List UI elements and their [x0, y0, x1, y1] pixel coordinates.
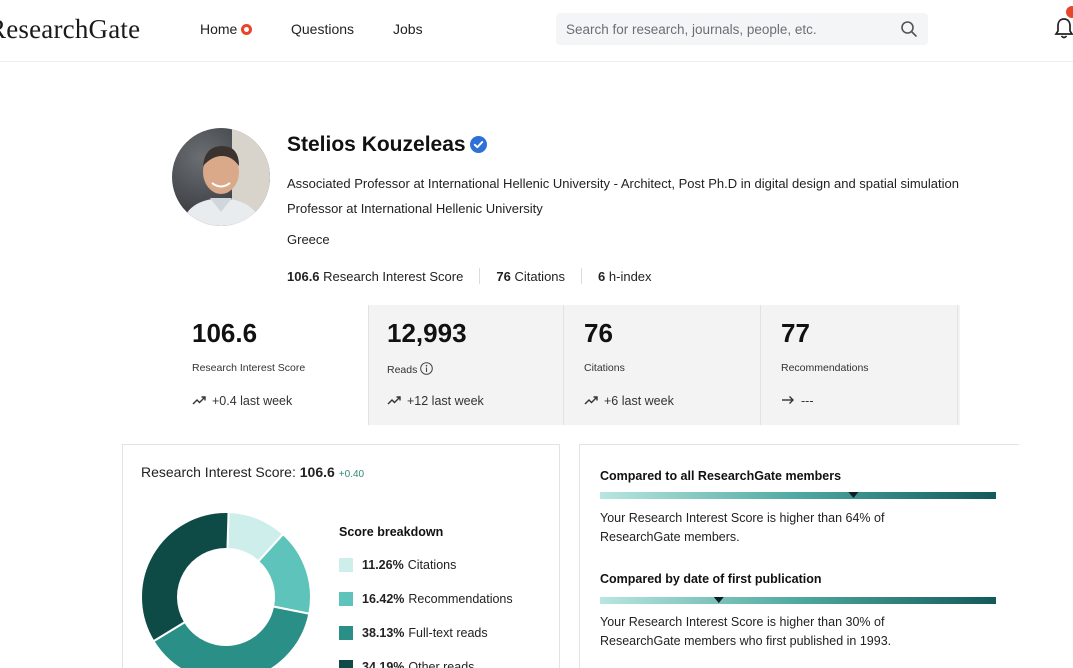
- profile-position: Professor at International Hellenic Univ…: [287, 201, 543, 216]
- metric-citations-label: Citations: [514, 268, 566, 284]
- researchgate-logo[interactable]: ResearchGate: [0, 14, 140, 45]
- score-value: 106.6: [299, 464, 335, 480]
- legend-label: Full-text reads: [408, 626, 488, 640]
- legend-pct: 16.42%: [362, 592, 405, 606]
- stat-card-recommendations[interactable]: 77 Recommendations ---: [763, 305, 958, 425]
- legend-item-fulltext-reads: 38.13% Full-text reads: [339, 626, 488, 640]
- nav-home[interactable]: Home: [200, 21, 253, 37]
- profile-country: Greece: [287, 232, 330, 247]
- score-delta: +0.40: [338, 469, 365, 480]
- stat-trend-text: +6 last week: [604, 394, 674, 408]
- stat-value: 12,993: [387, 318, 467, 348]
- arrow-right-icon: [782, 396, 794, 404]
- stat-card-citations[interactable]: 76 Citations +6 last week: [566, 305, 761, 425]
- search-icon[interactable]: [900, 20, 918, 38]
- comparison-date-text: Your Research Interest Score is higher t…: [600, 613, 891, 651]
- notification-badge: [1066, 6, 1073, 18]
- stat-value: 76: [584, 318, 613, 348]
- stat-card-ris[interactable]: 106.6 Research Interest Score +0.4 last …: [174, 305, 369, 425]
- comparison-all-line-2: ResearchGate members.: [600, 530, 740, 544]
- comparison-all-text: Your Research Interest Score is higher t…: [600, 509, 884, 547]
- trend-up-icon: [584, 396, 598, 405]
- nav-questions[interactable]: Questions: [291, 21, 354, 37]
- score-donut-chart: [140, 511, 312, 668]
- search-box: [556, 13, 928, 45]
- stat-trend: +6 last week: [584, 394, 674, 408]
- legend-item-recommendations: 16.42% Recommendations: [339, 592, 513, 606]
- score-title: Research Interest Score: 106.6 +0.40: [141, 464, 364, 480]
- stat-value: 77: [781, 318, 810, 348]
- legend-item-other-reads: 34.19% Other reads: [339, 660, 474, 668]
- donut-slice-other-reads: [140, 511, 230, 643]
- legend-label: Citations: [407, 558, 457, 572]
- legend-label: Recommendations: [408, 592, 513, 606]
- nav-home-label: Home: [200, 21, 238, 37]
- profile-headline: Associated Professor at International He…: [287, 176, 959, 191]
- stat-label: Research Interest Score: [192, 362, 306, 374]
- metric-ris-value: 106.6: [287, 268, 320, 284]
- metric-citations[interactable]: 76 Citations: [496, 269, 565, 284]
- divider: [581, 268, 583, 284]
- comparison-date-bar: [600, 597, 996, 604]
- metric-ris[interactable]: 106.6 Research Interest Score: [287, 269, 463, 284]
- metric-ris-label: Research Interest Score: [323, 268, 464, 284]
- breakdown-title: Score breakdown: [339, 525, 444, 539]
- profile-name-text: Stelios Kouzeleas: [287, 133, 466, 156]
- legend-swatch: [339, 626, 353, 640]
- metric-hindex[interactable]: 6 h-index: [598, 269, 652, 284]
- comparison-date-title: Compared by date of first publication: [600, 572, 822, 586]
- legend-label: Other reads: [408, 660, 475, 668]
- legend-pct: 34.19%: [362, 660, 405, 668]
- comparison-panel: Compared to all ResearchGate members You…: [579, 444, 1019, 668]
- stat-value: 106.6: [192, 318, 258, 348]
- stat-label-text: Reads: [387, 364, 418, 376]
- metric-hindex-label: h-index: [608, 268, 652, 284]
- legend-swatch: [339, 558, 353, 572]
- stat-label: Citations: [584, 362, 625, 374]
- stat-label: Reads: [387, 362, 434, 376]
- stat-trend-text: ---: [801, 394, 814, 408]
- search-input[interactable]: [566, 13, 886, 45]
- legend-pct: 11.26%: [362, 558, 404, 572]
- stat-label: Recommendations: [781, 362, 869, 374]
- comparison-date-line-2: ResearchGate members who first published…: [600, 634, 892, 648]
- comparison-all-bar: [600, 492, 996, 499]
- comparison-date-line-1: Your Research Interest Score is higher t…: [600, 615, 885, 629]
- trend-up-icon: [192, 396, 206, 405]
- avatar[interactable]: [172, 128, 270, 226]
- divider: [479, 268, 481, 284]
- bell-icon[interactable]: [1054, 16, 1073, 40]
- legend-item-citations: 11.26% Citations: [339, 558, 456, 572]
- legend-swatch: [339, 660, 353, 668]
- top-navigation: ResearchGate Home Questions Jobs: [0, 0, 1073, 62]
- nav-jobs[interactable]: Jobs: [393, 21, 423, 37]
- legend-swatch: [339, 592, 353, 606]
- trend-up-icon: [387, 396, 401, 405]
- stat-trend: +0.4 last week: [192, 394, 292, 408]
- stat-trend: ---: [781, 394, 814, 408]
- comparison-bar-track: [600, 597, 996, 604]
- info-icon[interactable]: [420, 362, 434, 375]
- profile-name: Stelios Kouzeleas: [287, 133, 487, 157]
- score-title-label: Research Interest Score:: [141, 464, 296, 480]
- stat-card-reads[interactable]: 12,993 Reads +12 last week: [369, 305, 564, 425]
- comparison-bar-track: [600, 492, 996, 499]
- legend-pct: 38.13%: [362, 626, 405, 640]
- notification-dot-icon: [241, 24, 253, 35]
- stat-trend-text: +0.4 last week: [212, 394, 293, 408]
- metric-citations-value: 76: [496, 268, 511, 284]
- comparison-all-line-1: Your Research Interest Score is higher t…: [600, 511, 885, 525]
- verified-badge-icon: [469, 136, 487, 153]
- profile-metrics: 106.6 Research Interest Score 76 Citatio…: [287, 268, 652, 284]
- metric-hindex-value: 6: [598, 268, 606, 284]
- comparison-all-title: Compared to all ResearchGate members: [600, 469, 842, 483]
- stat-trend: +12 last week: [387, 394, 484, 408]
- score-breakdown-panel: Research Interest Score: 106.6 +0.40 Scor…: [122, 444, 560, 668]
- stat-trend-text: +12 last week: [407, 394, 484, 408]
